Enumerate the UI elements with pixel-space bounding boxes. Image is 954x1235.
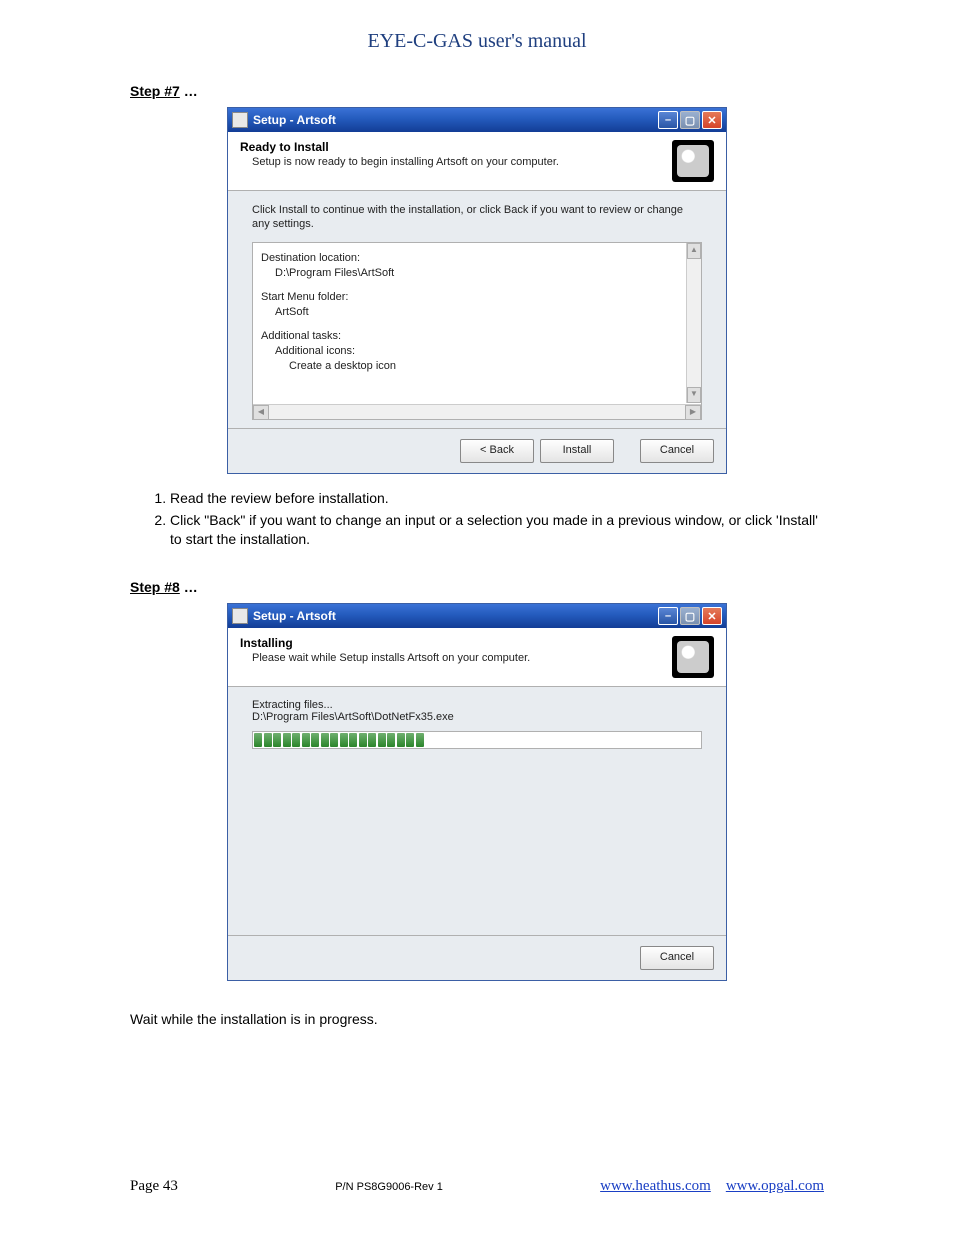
- progress-block: [254, 733, 262, 747]
- progress-block: [340, 733, 348, 747]
- progress-block: [321, 733, 329, 747]
- progress-block: [416, 733, 424, 747]
- startmenu-label: Start Menu folder:: [261, 291, 693, 303]
- wizard-body: Extracting files... D:\Program Files\Art…: [228, 687, 726, 935]
- step8-dots: …: [184, 579, 198, 595]
- app-icon: [232, 112, 248, 128]
- tasks-label: Additional tasks:: [261, 330, 693, 342]
- scroll-left-icon[interactable]: ◀: [253, 405, 269, 420]
- dest-label: Destination location:: [261, 252, 693, 264]
- step8-screenshot: Setup - Artsoft – ▢ ✕ Installing Please …: [227, 603, 727, 981]
- wizard-header-text: Ready to Install Setup is now ready to b…: [240, 140, 664, 168]
- progress-block: [292, 733, 300, 747]
- page-footer: Page 43 P/N PS8G9006-Rev 1 www.heathus.c…: [130, 1178, 824, 1195]
- minimize-button[interactable]: –: [658, 607, 678, 625]
- close-button[interactable]: ✕: [702, 607, 722, 625]
- progress-block: [387, 733, 395, 747]
- wizard-header-text: Installing Please wait while Setup insta…: [240, 636, 664, 664]
- wizard-header: Ready to Install Setup is now ready to b…: [228, 132, 726, 191]
- tasks-item: Create a desktop icon: [261, 360, 693, 372]
- step7-screenshot: Setup - Artsoft – ▢ ✕ Ready to Install S…: [227, 107, 727, 474]
- progress-block: [302, 733, 310, 747]
- progress-block: [349, 733, 357, 747]
- window-controls: – ▢ ✕: [658, 111, 722, 129]
- wizard-title: Ready to Install: [240, 140, 664, 154]
- progress-block: [330, 733, 338, 747]
- progress-block: [378, 733, 386, 747]
- wizard-footer: < Back Install Cancel: [228, 428, 726, 473]
- progress-bar: [252, 731, 702, 749]
- progress-fill: [254, 733, 700, 747]
- installer-window-step8: Setup - Artsoft – ▢ ✕ Installing Please …: [227, 603, 727, 981]
- close-button[interactable]: ✕: [702, 111, 722, 129]
- horizontal-scrollbar[interactable]: ◀ ▶: [253, 404, 701, 419]
- progress-block: [368, 733, 376, 747]
- progress-block: [406, 733, 414, 747]
- step8-wait-text: Wait while the installation is in progre…: [130, 1011, 824, 1027]
- app-icon: [232, 608, 248, 624]
- titlebar: Setup - Artsoft – ▢ ✕: [228, 604, 726, 628]
- progress-block: [273, 733, 281, 747]
- maximize-button: ▢: [680, 607, 700, 625]
- wizard-footer: Cancel: [228, 935, 726, 980]
- footer-link-heathus[interactable]: www.heathus.com: [600, 1178, 711, 1194]
- step8-label: Step #8: [130, 579, 180, 595]
- install-button[interactable]: Install: [540, 439, 614, 463]
- scroll-right-icon[interactable]: ▶: [685, 405, 701, 420]
- window-controls: – ▢ ✕: [658, 607, 722, 625]
- wizard-title: Installing: [240, 636, 664, 650]
- cancel-button[interactable]: Cancel: [640, 946, 714, 970]
- progress-block: [283, 733, 291, 747]
- document-page: EYE-C-GAS user's manual Step #7 … Setup …: [0, 0, 954, 1235]
- step8-heading: Step #8 …: [130, 579, 824, 595]
- step7-instructions: Read the review before installation. Cli…: [150, 489, 824, 550]
- scroll-up-icon[interactable]: ▲: [687, 243, 701, 259]
- step7-dots: …: [184, 83, 198, 99]
- cancel-button[interactable]: Cancel: [640, 439, 714, 463]
- scroll-down-icon[interactable]: ▼: [687, 387, 701, 403]
- extract-label: Extracting files...: [252, 699, 702, 711]
- part-number: P/N PS8G9006-Rev 1: [335, 1181, 443, 1193]
- step7-heading: Step #7 …: [130, 83, 824, 99]
- progress-block: [311, 733, 319, 747]
- progress-block: [397, 733, 405, 747]
- dest-value: D:\Program Files\ArtSoft: [261, 267, 693, 279]
- document-header: EYE-C-GAS user's manual: [130, 30, 824, 53]
- window-title: Setup - Artsoft: [253, 113, 658, 127]
- installer-icon: [672, 140, 714, 182]
- wizard-body-note: Click Install to continue with the insta…: [252, 203, 702, 232]
- maximize-button: ▢: [680, 111, 700, 129]
- footer-link-opgal[interactable]: www.opgal.com: [726, 1178, 824, 1194]
- install-summary-box: Destination location: D:\Program Files\A…: [252, 242, 702, 420]
- window-title: Setup - Artsoft: [253, 609, 658, 623]
- minimize-button[interactable]: –: [658, 111, 678, 129]
- instruction-item: Click "Back" if you want to change an in…: [170, 511, 824, 549]
- wizard-header: Installing Please wait while Setup insta…: [228, 628, 726, 687]
- vertical-scrollbar[interactable]: ▲ ▼: [686, 243, 701, 403]
- installer-icon: [672, 636, 714, 678]
- installer-window-step7: Setup - Artsoft – ▢ ✕ Ready to Install S…: [227, 107, 727, 474]
- instruction-item: Read the review before installation.: [170, 489, 824, 508]
- back-button[interactable]: < Back: [460, 439, 534, 463]
- wizard-subtitle: Please wait while Setup installs Artsoft…: [240, 652, 664, 664]
- wizard-body: Click Install to continue with the insta…: [228, 191, 726, 428]
- page-number: Page 43: [130, 1178, 178, 1195]
- tasks-sub: Additional icons:: [261, 345, 693, 357]
- wizard-subtitle: Setup is now ready to begin installing A…: [240, 156, 664, 168]
- titlebar: Setup - Artsoft – ▢ ✕: [228, 108, 726, 132]
- progress-block: [359, 733, 367, 747]
- footer-links: www.heathus.com www.opgal.com: [600, 1178, 824, 1195]
- progress-block: [264, 733, 272, 747]
- extract-path: D:\Program Files\ArtSoft\DotNetFx35.exe: [252, 711, 702, 723]
- startmenu-value: ArtSoft: [261, 306, 693, 318]
- step7-label: Step #7: [130, 83, 180, 99]
